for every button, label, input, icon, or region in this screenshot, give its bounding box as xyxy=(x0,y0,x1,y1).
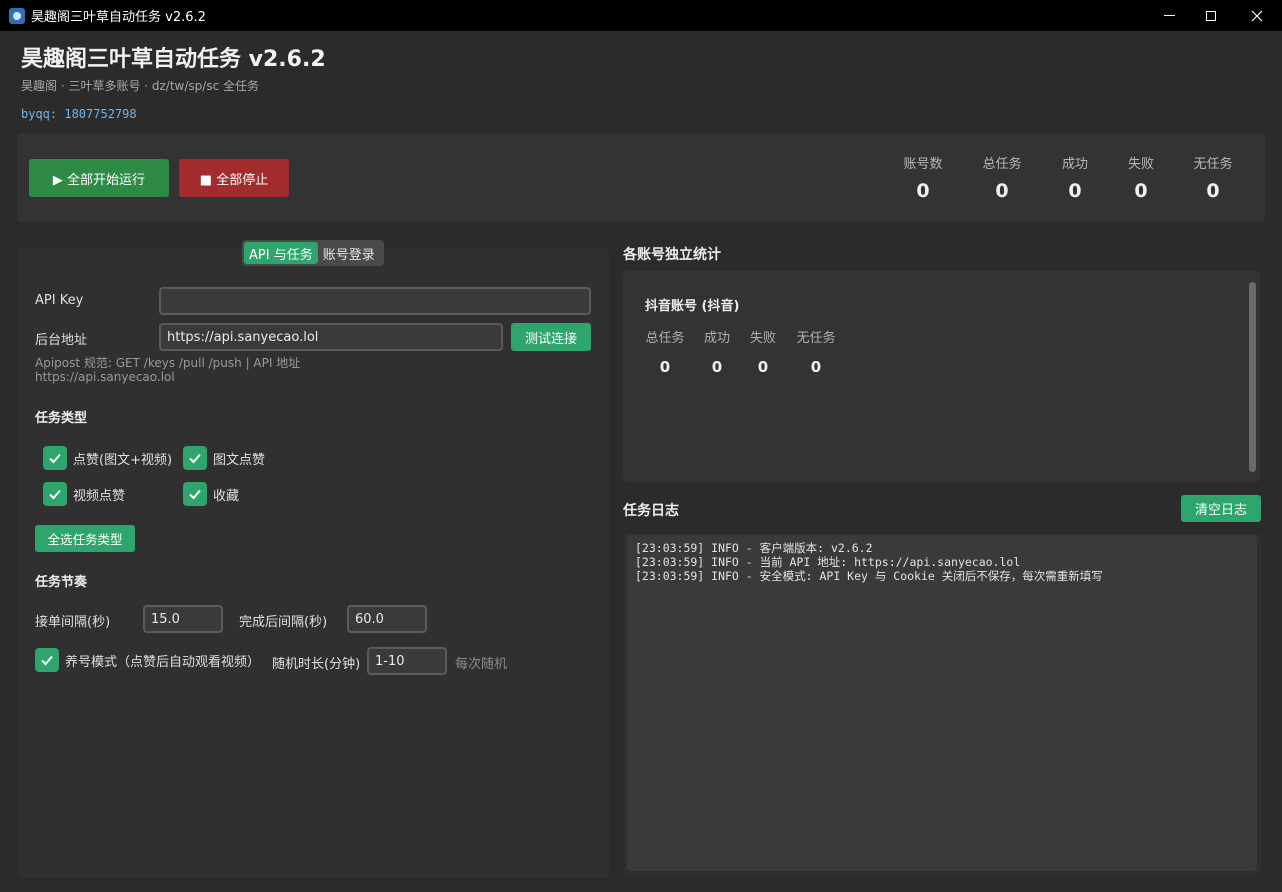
nurture-mode-toggle[interactable]: 养号模式（点赞后自动观看视频） xyxy=(35,648,260,672)
check-icon xyxy=(41,655,53,666)
per-account-title: 各账号独立统计 xyxy=(623,247,721,263)
task-type-like-all[interactable]: 点赞(图文+视频) xyxy=(43,446,172,470)
random-duration-label: 随机时长(分钟) xyxy=(272,657,361,672)
page-subtitle: 昊趣阁 · 三叶草多账号 · dz/tw/sp/sc 全任务 xyxy=(21,79,259,93)
minimize-button[interactable] xyxy=(1146,0,1192,31)
checkbox-label: 视频点赞 xyxy=(73,488,126,504)
check-icon xyxy=(49,453,61,464)
checkbox-label: 点赞(图文+视频) xyxy=(73,452,173,468)
pick-interval-label: 接单间隔(秒) xyxy=(35,615,111,630)
checkbox-label: 图文点赞 xyxy=(213,452,266,468)
done-interval-label: 完成后间隔(秒) xyxy=(239,615,328,630)
test-connection-button[interactable]: 测试连接 xyxy=(511,323,591,351)
task-type-favorite[interactable]: 收藏 xyxy=(183,482,239,506)
account-stat-success: 成功 0 xyxy=(703,331,731,376)
task-types-title: 任务类型 xyxy=(35,411,88,426)
account-stat-failed: 失败 0 xyxy=(749,331,777,376)
stat-failed: 失败 0 xyxy=(1127,157,1155,202)
account-name: 抖音账号 (抖音) xyxy=(645,299,740,314)
checkbox-label: 养号模式（点赞后自动观看视频） xyxy=(65,654,261,670)
random-duration-hint: 每次随机 xyxy=(455,657,508,672)
backend-url-input[interactable] xyxy=(159,323,503,351)
stat-no-task: 无任务 0 xyxy=(1193,157,1233,202)
tab-api-tasks[interactable]: API 与任务 xyxy=(244,242,318,264)
log-line: [23:03:59] INFO - 当前 API 地址: https://api… xyxy=(635,555,1021,569)
stat-success: 成功 0 xyxy=(1061,157,1089,202)
account-stat-no-task: 无任务 0 xyxy=(796,331,836,376)
random-duration-input[interactable] xyxy=(367,647,447,675)
account-stat-total: 总任务 0 xyxy=(645,331,685,376)
checkbox[interactable] xyxy=(43,482,67,506)
api-hint-line2: https://api.sanyecao.lol xyxy=(35,370,175,384)
maximize-icon xyxy=(1206,10,1216,21)
log-line: [23:03:59] INFO - 安全模式: API Key 与 Cookie… xyxy=(635,569,1103,583)
check-icon xyxy=(189,453,201,464)
task-rhythm-title: 任务节奏 xyxy=(35,575,88,590)
api-key-label: API Key xyxy=(35,293,84,308)
checkbox[interactable] xyxy=(183,482,207,506)
task-type-video-like[interactable]: 视频点赞 xyxy=(43,482,125,506)
check-icon xyxy=(49,489,61,500)
checkbox-label: 收藏 xyxy=(213,488,240,504)
api-key-input[interactable] xyxy=(159,287,591,315)
done-interval-input[interactable] xyxy=(347,605,427,633)
contact-info: byqq: 1807752798 xyxy=(21,107,137,121)
backend-url-label: 后台地址 xyxy=(35,333,88,348)
per-account-scrollbar[interactable] xyxy=(1249,282,1256,472)
checkbox[interactable] xyxy=(183,446,207,470)
app-logo-icon xyxy=(9,7,25,24)
window-titlebar: 昊趣阁三叶草自动任务 v2.6.2 xyxy=(0,0,1282,31)
select-all-task-types-button[interactable]: 全选任务类型 xyxy=(35,525,135,552)
close-icon xyxy=(1251,10,1263,21)
window-title: 昊趣阁三叶草自动任务 v2.6.2 xyxy=(31,10,206,25)
checkbox[interactable] xyxy=(43,446,67,470)
stat-total-tasks: 总任务 0 xyxy=(982,157,1022,202)
api-hint-line1: Apipost 规范: GET /keys /pull /push | API … xyxy=(35,356,301,370)
control-panel: ▶ 全部开始运行 ■ 全部停止 账号数 0 总任务 0 成功 0 失败 0 无任… xyxy=(17,133,1265,222)
log-output[interactable]: [23:03:59] INFO - 客户端版本: v2.6.2 [23:03:5… xyxy=(627,535,1257,871)
close-button[interactable] xyxy=(1234,0,1280,31)
task-log-title: 任务日志 xyxy=(623,503,679,519)
checkbox[interactable] xyxy=(35,648,59,672)
check-icon xyxy=(189,489,201,500)
task-type-image-like[interactable]: 图文点赞 xyxy=(183,446,265,470)
minimize-icon xyxy=(1163,15,1175,16)
tab-account-login[interactable]: 账号登录 xyxy=(318,242,380,264)
stat-accounts: 账号数 0 xyxy=(903,157,943,202)
page-title: 昊趣阁三叶草自动任务 v2.6.2 xyxy=(21,47,326,72)
stop-all-button[interactable]: ■ 全部停止 xyxy=(179,159,289,197)
log-line: [23:03:59] INFO - 客户端版本: v2.6.2 xyxy=(635,541,873,555)
clear-log-button[interactable]: 清空日志 xyxy=(1181,495,1261,522)
maximize-button[interactable] xyxy=(1188,0,1234,31)
pick-interval-input[interactable] xyxy=(143,605,223,633)
settings-tabs: API 与任务 账号登录 xyxy=(242,240,384,266)
start-all-button[interactable]: ▶ 全部开始运行 xyxy=(29,159,169,197)
